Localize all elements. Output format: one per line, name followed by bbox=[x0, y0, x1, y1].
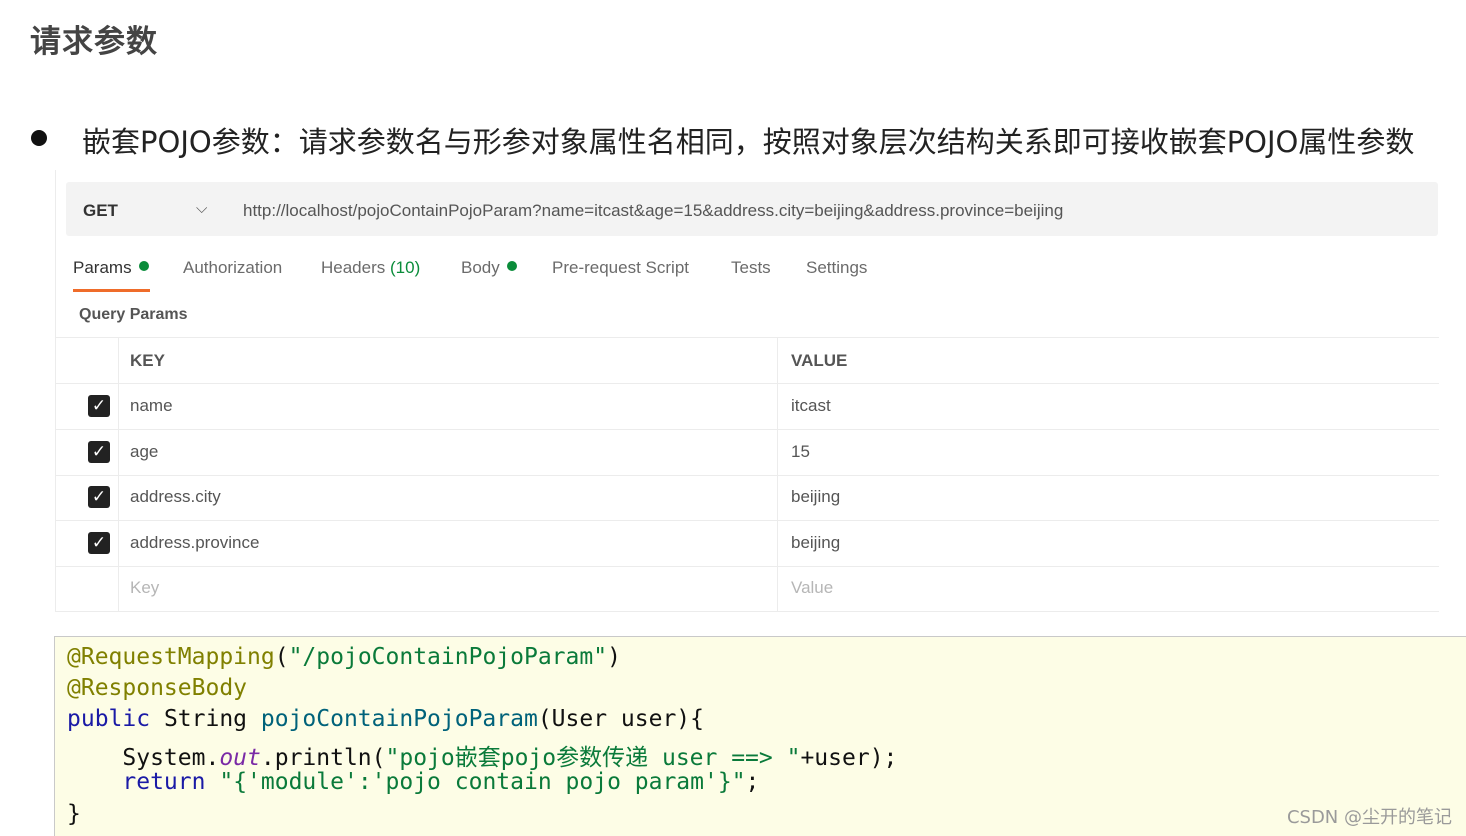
bullet-text: 嵌套POJO参数：请求参数名与形参对象属性名相同，按照对象层次结构关系即可接收嵌… bbox=[82, 125, 1415, 159]
column-separator bbox=[118, 566, 119, 611]
query-params-label: Query Params bbox=[79, 306, 188, 323]
status-dot-icon bbox=[506, 261, 517, 271]
table-row: ✓ name itcast bbox=[56, 384, 1439, 430]
tab-pre-request-script[interactable]: Pre-request Script bbox=[552, 258, 689, 278]
row-checkbox[interactable]: ✓ bbox=[88, 395, 110, 417]
value-column-header: VALUE bbox=[791, 351, 848, 370]
column-separator bbox=[777, 384, 778, 429]
string-literal: "pojo嵌套pojo参数传递 user ==> " bbox=[385, 745, 801, 771]
tab-label: Body bbox=[461, 258, 500, 277]
keyword: return bbox=[67, 769, 206, 795]
code-line: return "{'module':'pojo contain pojo par… bbox=[67, 769, 759, 795]
param-key[interactable]: address.city bbox=[130, 487, 221, 507]
tab-label: Params bbox=[73, 258, 132, 277]
tab-params[interactable]: Params bbox=[73, 258, 149, 278]
watermark: CSDN @尘开的笔记 bbox=[1286, 807, 1452, 828]
row-checkbox[interactable]: ✓ bbox=[88, 532, 110, 554]
column-separator bbox=[118, 521, 119, 566]
code-text: +user); bbox=[800, 745, 898, 771]
code-text: (User user){ bbox=[537, 706, 704, 732]
code-block: @RequestMapping("/pojoContainPojoParam")… bbox=[54, 636, 1466, 836]
table-row: ✓ address.city beijing bbox=[56, 475, 1439, 521]
code-text: .println( bbox=[260, 745, 386, 771]
tab-body[interactable]: Body bbox=[461, 258, 517, 278]
annotation: @ResponseBody bbox=[67, 675, 248, 701]
row-checkbox[interactable]: ✓ bbox=[88, 486, 110, 508]
code-line: @RequestMapping("/pojoContainPojoParam") bbox=[67, 644, 621, 670]
code-text: String bbox=[150, 706, 261, 732]
param-key[interactable]: age bbox=[130, 442, 158, 462]
column-separator bbox=[777, 338, 778, 383]
query-params-table: KEY VALUE ✓ name itcast ✓ age 15 ✓ addre… bbox=[56, 337, 1439, 612]
tab-tests[interactable]: Tests bbox=[731, 258, 771, 278]
param-value[interactable]: itcast bbox=[791, 396, 831, 416]
table-row: ✓ age 15 bbox=[56, 430, 1439, 476]
tab-headers[interactable]: Headers (10) bbox=[321, 258, 420, 278]
table-row: ✓ address.province beijing bbox=[56, 521, 1439, 567]
row-checkbox[interactable]: ✓ bbox=[88, 441, 110, 463]
code-text: ( bbox=[274, 644, 289, 670]
keyword: public bbox=[67, 706, 151, 732]
headers-count: (10) bbox=[390, 258, 421, 277]
code-text: ; bbox=[745, 769, 760, 795]
key-column-header: KEY bbox=[130, 351, 165, 370]
postman-panel: GET ⌵ http://localhost/pojoContainPojoPa… bbox=[55, 170, 1440, 612]
page-title: 请求参数 bbox=[30, 24, 158, 60]
new-key-input[interactable]: Key bbox=[130, 578, 159, 598]
column-separator bbox=[777, 430, 778, 475]
string-literal: "/pojoContainPojoParam" bbox=[288, 644, 608, 670]
new-param-row: Key Value bbox=[56, 566, 1439, 612]
status-dot-icon bbox=[138, 261, 149, 271]
code-text: } bbox=[67, 801, 81, 827]
tab-authorization[interactable]: Authorization bbox=[183, 258, 282, 278]
column-separator bbox=[777, 566, 778, 611]
column-separator bbox=[118, 475, 119, 520]
column-separator bbox=[777, 475, 778, 520]
bullet-dot bbox=[31, 130, 47, 146]
code-line: @ResponseBody bbox=[67, 675, 247, 701]
param-value[interactable]: beijing bbox=[791, 487, 840, 507]
column-separator bbox=[118, 430, 119, 475]
code-line: System.out.println("pojo嵌套pojo参数传递 user … bbox=[67, 738, 897, 772]
code-line: } bbox=[67, 801, 81, 827]
string-literal: "{'module':'pojo contain pojo param'}" bbox=[219, 769, 746, 795]
column-separator bbox=[777, 521, 778, 566]
param-value[interactable]: beijing bbox=[791, 533, 840, 553]
column-separator bbox=[118, 338, 119, 383]
param-key[interactable]: name bbox=[130, 396, 173, 416]
url-input[interactable]: http://localhost/pojoContainPojoParam?na… bbox=[243, 201, 1063, 221]
url-bar: GET ⌵ http://localhost/pojoContainPojoPa… bbox=[66, 182, 1438, 236]
new-value-input[interactable]: Value bbox=[791, 578, 833, 598]
annotation: @RequestMapping bbox=[67, 644, 275, 670]
code-text: ) bbox=[607, 644, 621, 670]
chevron-down-icon[interactable]: ⌵ bbox=[196, 199, 207, 217]
tab-active-underline bbox=[73, 289, 150, 292]
method-name: pojoContainPojoParam bbox=[260, 706, 538, 732]
code-text: System. bbox=[67, 745, 220, 771]
method-select[interactable]: GET bbox=[83, 201, 118, 221]
tab-settings[interactable]: Settings bbox=[806, 258, 867, 278]
column-separator bbox=[118, 384, 119, 429]
param-key[interactable]: address.province bbox=[130, 533, 259, 553]
static-field: out bbox=[219, 745, 261, 771]
code-line: public String pojoContainPojoParam(User … bbox=[67, 706, 704, 732]
table-header-row: KEY VALUE bbox=[56, 338, 1439, 384]
tab-label: Headers bbox=[321, 258, 386, 277]
param-value[interactable]: 15 bbox=[791, 442, 810, 462]
